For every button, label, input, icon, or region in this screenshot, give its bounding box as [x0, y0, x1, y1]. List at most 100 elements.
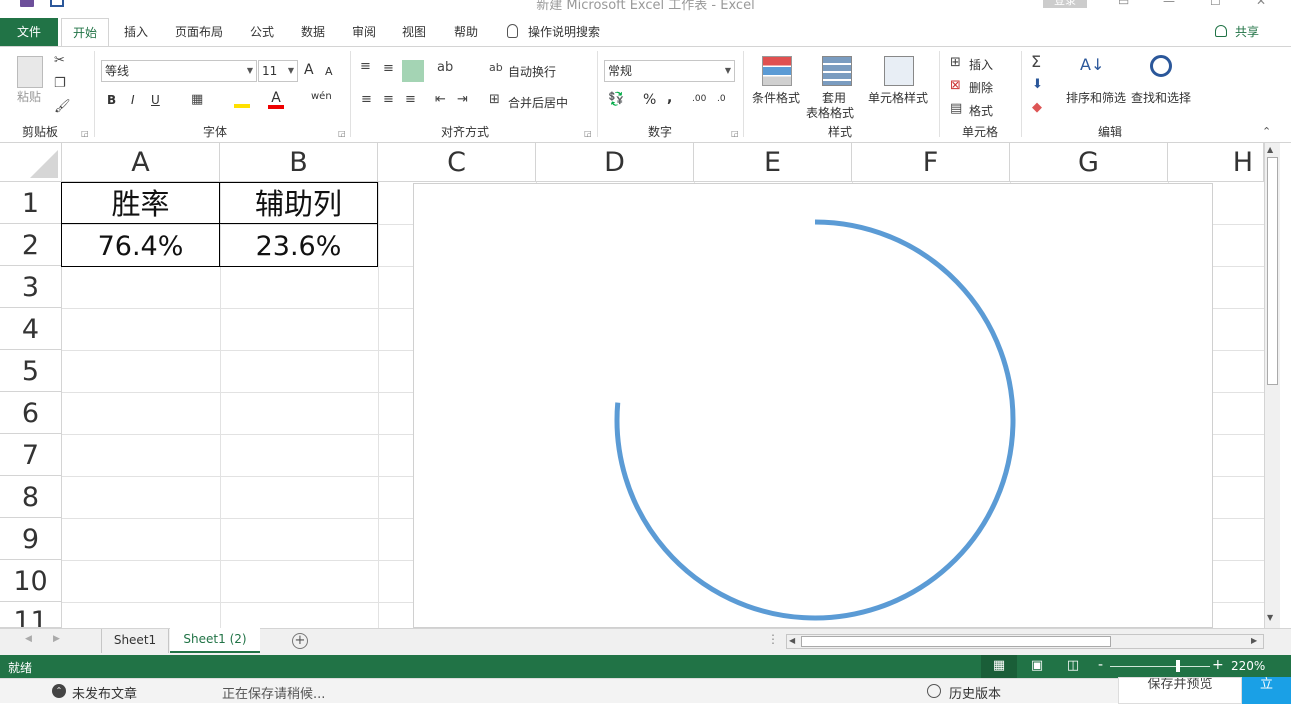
font-size-combo[interactable]: 11 ▼ [258, 60, 298, 82]
add-sheet-icon[interactable]: + [292, 633, 308, 649]
cell-b1[interactable]: 辅助列 [220, 183, 377, 223]
number-format-combo[interactable]: 常规 ▼ [604, 60, 735, 82]
sheet-next-icon[interactable]: ▶ [53, 634, 60, 644]
autosum-icon[interactable]: Σ [1031, 52, 1041, 71]
publish-button[interactable]: 立 [1242, 677, 1291, 704]
ribbon-display-icon[interactable]: ▭ [1118, 0, 1129, 8]
row-header-9[interactable]: 9 [0, 518, 62, 560]
row-header-7[interactable]: 7 [0, 434, 62, 476]
increase-indent-icon[interactable]: ⇥ [457, 92, 468, 107]
find-select-button[interactable]: 查找和选择 [1131, 89, 1191, 106]
row-header-8[interactable]: 8 [0, 476, 62, 518]
row-header-6[interactable]: 6 [0, 392, 62, 434]
tell-me-search[interactable]: 操作说明搜索 [528, 18, 612, 46]
format-cells-icon[interactable]: ▤ [950, 101, 962, 116]
cell-styles-icon[interactable] [884, 56, 914, 86]
tab-file[interactable]: 文件 [0, 18, 58, 46]
cell-b2[interactable]: 23.6% [220, 224, 377, 266]
decrease-decimal-button[interactable]: .0 [717, 94, 726, 104]
merge-center-icon[interactable]: ⊞ [489, 92, 500, 107]
column-header-e[interactable]: E [694, 143, 852, 182]
wrap-text-button[interactable]: 自动换行 [508, 63, 556, 80]
align-left-icon[interactable]: ≡ [361, 92, 372, 107]
fill-icon[interactable]: ⬇ [1032, 77, 1043, 92]
column-header-b[interactable]: B [220, 143, 378, 182]
select-all-corner[interactable] [0, 143, 62, 182]
column-header-h[interactable]: H [1168, 143, 1264, 182]
scroll-down-icon[interactable]: ▼ [1267, 613, 1273, 622]
insert-cells-icon[interactable]: ⊞ [950, 55, 961, 70]
chart-area[interactable] [413, 183, 1213, 628]
align-center-icon[interactable]: ≡ [383, 92, 394, 107]
format-as-table-icon[interactable] [822, 56, 852, 86]
increase-decimal-button[interactable]: .00 [692, 94, 706, 104]
zoom-slider-thumb[interactable] [1176, 660, 1180, 672]
font-launcher-icon[interactable]: ◲ [338, 129, 346, 138]
normal-view-icon[interactable]: ▦ [981, 655, 1017, 678]
unpublished-articles[interactable]: 未发布文章 [72, 683, 137, 702]
font-name-combo[interactable]: 等线 ▼ [101, 60, 257, 82]
format-cells-button[interactable]: 格式 [969, 102, 993, 119]
scroll-left-icon[interactable]: ◀ [789, 636, 795, 645]
phonetic-button[interactable]: wén [311, 91, 332, 102]
maximize-icon[interactable]: ☐ [1210, 0, 1221, 8]
tab-view[interactable]: 视图 [391, 18, 437, 46]
align-top-icon[interactable]: ≡ [360, 59, 371, 74]
scroll-up-icon[interactable]: ▲ [1267, 145, 1273, 154]
tab-insert[interactable]: 插入 [113, 18, 159, 46]
column-header-a[interactable]: A [62, 143, 220, 182]
bold-button[interactable]: B [107, 93, 116, 107]
underline-button[interactable]: U [151, 93, 160, 107]
copy-icon[interactable]: ❐ [54, 76, 66, 91]
share-button[interactable]: 共享 [1231, 18, 1263, 46]
tab-help[interactable]: 帮助 [442, 18, 490, 46]
comma-button[interactable]: , [667, 90, 672, 106]
sort-filter-icon[interactable]: A↓ [1080, 55, 1104, 74]
font-color-icon[interactable]: A [268, 91, 284, 109]
vertical-scroll-thumb[interactable] [1267, 157, 1278, 385]
align-right-icon[interactable]: ≡ [405, 92, 416, 107]
orientation-icon[interactable]: ab [437, 60, 453, 75]
cell-a1[interactable]: 胜率 [62, 183, 219, 223]
wrap-text-icon[interactable]: ab [489, 61, 503, 74]
column-header-g[interactable]: G [1010, 143, 1168, 182]
tab-page-layout[interactable]: 页面布局 [164, 18, 234, 46]
clear-icon[interactable]: ◆ [1032, 100, 1042, 115]
zoom-in-button[interactable]: + [1212, 657, 1224, 673]
number-launcher-icon[interactable]: ◲ [731, 129, 739, 138]
cell-styles-button[interactable]: 单元格样式 [868, 89, 928, 106]
history-clock-icon[interactable] [927, 684, 941, 698]
paste-icon[interactable] [17, 56, 43, 88]
login-button[interactable]: 登录 [1043, 0, 1087, 8]
row-header-3[interactable]: 3 [0, 266, 62, 308]
page-break-view-icon[interactable]: ◫ [1064, 655, 1082, 678]
zoom-out-button[interactable]: - [1098, 657, 1103, 673]
align-middle-icon[interactable]: ≡ [383, 61, 394, 76]
tab-review[interactable]: 审阅 [340, 18, 388, 46]
format-painter-icon[interactable]: 🖌 [54, 99, 71, 114]
decrease-indent-icon[interactable]: ⇤ [435, 92, 446, 107]
percent-button[interactable]: % [643, 92, 656, 108]
delete-cells-button[interactable]: 删除 [969, 79, 993, 96]
fill-color-icon[interactable] [234, 94, 250, 108]
vertical-scrollbar[interactable]: ▲ ▼ [1264, 143, 1280, 628]
alignment-launcher-icon[interactable]: ◲ [584, 129, 592, 138]
sheet-tab-sheet1[interactable]: Sheet1 [101, 629, 169, 653]
merge-center-button[interactable]: 合并后居中 [508, 94, 568, 111]
progress-arc[interactable] [614, 219, 1016, 621]
row-header-5[interactable]: 5 [0, 350, 62, 392]
grow-font-button[interactable]: A [304, 62, 314, 78]
tab-formulas[interactable]: 公式 [238, 18, 286, 46]
row-header-10[interactable]: 10 [0, 560, 62, 602]
sheet-prev-icon[interactable]: ◀ [25, 634, 32, 644]
share-icon[interactable] [1215, 25, 1227, 37]
italic-button[interactable]: I [131, 93, 135, 107]
horizontal-scroll-thumb[interactable] [801, 636, 1111, 647]
horizontal-scrollbar[interactable]: ◀ ▶ [786, 634, 1264, 649]
cell-a2[interactable]: 76.4% [62, 224, 219, 266]
zoom-slider-track[interactable] [1110, 666, 1210, 667]
row-header-11[interactable]: 11 [0, 602, 62, 628]
delete-cells-icon[interactable]: ⊠ [950, 78, 961, 93]
cut-icon[interactable]: ✂ [54, 53, 65, 68]
column-header-d[interactable]: D [536, 143, 694, 182]
